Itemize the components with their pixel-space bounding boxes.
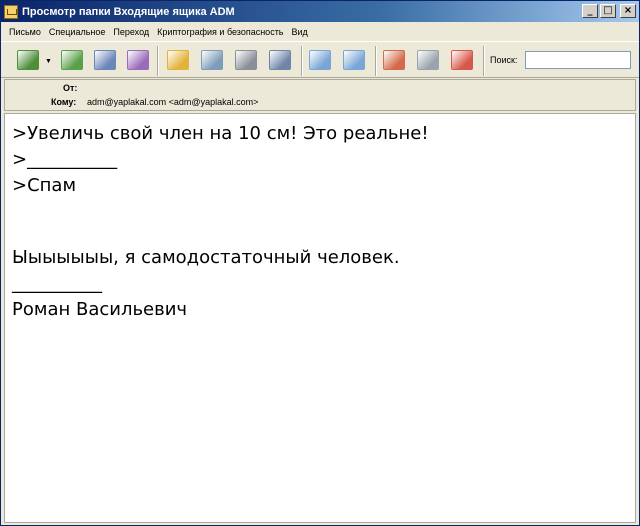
reply-all-button[interactable] [125,48,151,74]
spam-button[interactable] [381,48,407,74]
toolbar: ▼ Поиск: [1,41,639,78]
menu-letter[interactable]: Письмо [9,27,41,37]
toolbar-separator [157,46,159,76]
signature-separator: __________ [12,273,102,294]
maximize-button[interactable]: □ [600,4,616,18]
trash-button[interactable] [415,48,441,74]
dropdown-arrow-icon[interactable]: ▼ [45,58,52,65]
save-button[interactable] [267,48,293,74]
signature-name: Роман Васильевич [12,299,188,320]
menu-bar: Письмо Специальное Переход Криптография … [1,22,639,41]
minimize-button[interactable]: _ [582,4,598,18]
print-button[interactable] [233,48,259,74]
get-mail-icon [17,50,39,70]
close-button[interactable]: × [620,4,636,18]
blank-space [12,199,628,245]
quoted-line: >__________ [12,149,118,170]
reply-icon [94,50,116,70]
move-up-icon [309,50,331,70]
trash-icon [417,50,439,70]
reply-line: Ыыыыыыы, я самодостаточный человек. [12,247,400,268]
move-down-icon [343,50,365,70]
search-label: Поиск: [490,55,518,65]
from-label: От: [63,83,78,93]
message-header: От: Кому: adm@yaplakal.com <adm@yaplakal… [4,79,636,111]
mail-viewer-window: Просмотр папки Входящие ящика ADM _ □ × … [0,0,640,526]
search-mail-button[interactable] [199,48,225,74]
print-icon [235,50,257,70]
spam-icon [383,50,405,70]
delete-mail-icon [451,50,473,70]
window-controls: _ □ × [582,4,636,18]
menu-special[interactable]: Специальное [49,27,106,37]
folder-icon [4,4,18,19]
window-title: Просмотр папки Входящие ящика ADM [22,5,235,18]
save-icon [269,50,291,70]
to-label: Кому: [51,97,77,107]
message-body[interactable]: >Увеличь свой член на 10 см! Это реальне… [4,113,636,523]
quoted-line: >Увеличь свой член на 10 см! Это реальне… [12,123,429,144]
address-book-button[interactable] [165,48,191,74]
search-mail-icon [201,50,223,70]
reply-button[interactable] [92,48,118,74]
forward-mail-icon [61,50,83,70]
quoted-line: >Спам [12,175,77,196]
toolbar-separator [375,46,377,76]
forward-button[interactable] [59,48,85,74]
toolbar-separator [301,46,303,76]
menu-crypto[interactable]: Криптография и безопасность [157,27,283,37]
reply-all-icon [127,50,149,70]
address-book-icon [167,50,189,70]
get-mail-button[interactable] [15,48,41,74]
title-bar[interactable]: Просмотр папки Входящие ящика ADM _ □ × [1,1,639,22]
search-input[interactable] [525,51,631,69]
menu-go[interactable]: Переход [113,27,149,37]
move-up-button[interactable] [307,48,333,74]
delete-button[interactable] [449,48,475,74]
toolbar-separator [483,46,485,76]
menu-view[interactable]: Вид [292,27,308,37]
move-down-button[interactable] [341,48,367,74]
to-value[interactable]: adm@yaplakal.com <adm@yaplakal.com> [87,97,258,107]
